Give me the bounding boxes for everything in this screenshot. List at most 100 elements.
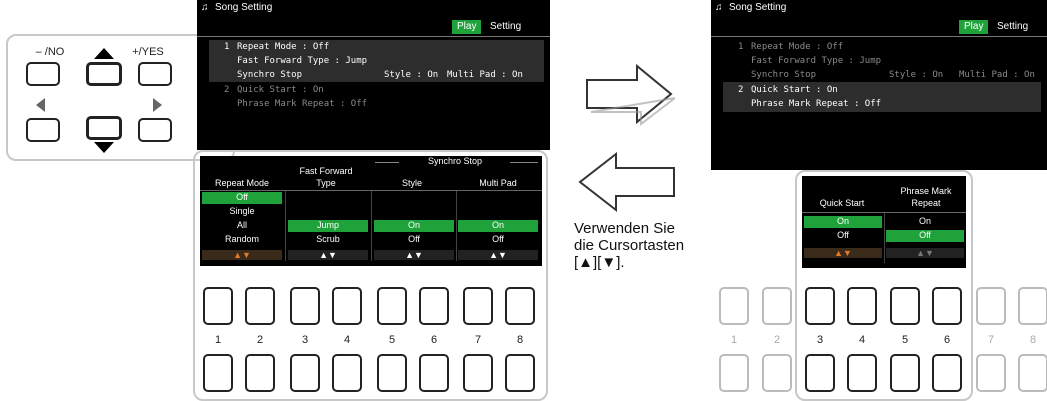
screen-title: Song Setting <box>215 2 273 13</box>
header-quick-start: Quick Start <box>819 198 865 208</box>
lower-button-7[interactable] <box>976 354 1006 392</box>
phrase-mark-row[interactable]: Phrase Mark Repeat : Off <box>237 99 367 109</box>
tab-play[interactable]: Play <box>959 20 989 34</box>
lower-button-3[interactable] <box>805 354 835 392</box>
upper-button-5[interactable] <box>890 287 920 325</box>
button-number-6: 6 <box>943 334 951 346</box>
fast-forward-row[interactable]: Fast Forward Type : Jump <box>237 56 367 66</box>
repeat-option-random[interactable]: Random <box>202 234 282 244</box>
button-number-4: 4 <box>343 334 351 346</box>
lower-button-1[interactable] <box>203 354 233 392</box>
synchro-multipad-value: Multi Pad : On <box>447 70 523 80</box>
upper-button-1[interactable] <box>719 287 749 325</box>
cursor-down-button[interactable] <box>86 116 122 140</box>
header-repeat-mode: Repeat Mode <box>214 178 270 188</box>
button-number-7: 7 <box>987 334 995 346</box>
column-separator <box>371 191 372 261</box>
button-number-4: 4 <box>858 334 866 346</box>
header-fast-forward: Fast Forward <box>299 166 353 176</box>
yes-button[interactable] <box>138 62 172 86</box>
lower-button-6[interactable] <box>932 354 962 392</box>
repeat-option-all[interactable]: All <box>202 220 282 230</box>
repeat-mode-row[interactable]: Repeat Mode : Off <box>751 42 843 52</box>
multipad-option-off[interactable]: Off <box>458 234 538 244</box>
style-option-off[interactable]: Off <box>374 234 454 244</box>
no-button-label: – /NO <box>35 46 65 58</box>
lower-button-2[interactable] <box>762 354 792 392</box>
lower-button-6[interactable] <box>419 354 449 392</box>
button-number-5: 5 <box>901 334 909 346</box>
lower-button-3[interactable] <box>290 354 320 392</box>
quick-start-row[interactable]: Quick Start : On <box>237 85 324 95</box>
music-note-icon: ♫ <box>201 2 209 13</box>
synchro-stop-divider <box>510 162 538 163</box>
header-divider <box>711 36 1047 37</box>
row-number: 1 <box>224 42 230 52</box>
quick-start-option-on[interactable]: On <box>804 216 882 228</box>
repeat-option-off[interactable]: Off <box>202 192 282 204</box>
upper-button-7[interactable] <box>463 287 493 325</box>
upper-button-8[interactable] <box>1018 287 1047 325</box>
style-option-on[interactable]: On <box>374 220 454 232</box>
synchro-stop-row[interactable]: Synchro Stop <box>751 70 816 80</box>
button-number-2: 2 <box>773 334 781 346</box>
phrase-mark-row[interactable]: Phrase Mark Repeat : Off <box>751 99 881 109</box>
quick-start-row[interactable]: Quick Start : On <box>751 85 838 95</box>
instruction-text: Verwenden Sie die Cursortasten [▲][▼]. <box>574 220 709 271</box>
cursor-left-button[interactable] <box>26 118 60 142</box>
lower-button-4[interactable] <box>847 354 877 392</box>
multipad-option-on[interactable]: On <box>458 220 538 232</box>
lower-button-8[interactable] <box>505 354 535 392</box>
up-down-arrows-icon: ▲▼ <box>886 248 964 258</box>
quick-start-option-off[interactable]: Off <box>804 230 882 240</box>
lower-button-4[interactable] <box>332 354 362 392</box>
upper-button-5[interactable] <box>377 287 407 325</box>
up-down-arrows-icon: ▲▼ <box>288 250 368 260</box>
column-separator <box>285 191 286 261</box>
tab-setting[interactable]: Setting <box>485 20 526 34</box>
phrase-option-off[interactable]: Off <box>886 230 964 242</box>
lower-button-1[interactable] <box>719 354 749 392</box>
lower-button-8[interactable] <box>1018 354 1047 392</box>
ff-option-scrub[interactable]: Scrub <box>288 234 368 244</box>
music-note-icon: ♫ <box>715 2 723 13</box>
tab-play[interactable]: Play <box>452 20 482 34</box>
instruction-line-3: [▲][▼]. <box>574 254 625 271</box>
upper-button-1[interactable] <box>203 287 233 325</box>
no-button[interactable] <box>26 62 60 86</box>
lower-button-7[interactable] <box>463 354 493 392</box>
upper-button-6[interactable] <box>932 287 962 325</box>
column-separator <box>884 213 885 263</box>
upper-button-7[interactable] <box>976 287 1006 325</box>
right-arrow-icon <box>586 63 675 126</box>
cursor-right-button[interactable] <box>138 118 172 142</box>
upper-button-6[interactable] <box>419 287 449 325</box>
left-display-screen: ♫ Song Setting Play Setting 1 Repeat Mod… <box>197 0 550 150</box>
row-number: 2 <box>224 85 230 95</box>
cursor-up-button[interactable] <box>86 62 122 86</box>
upper-button-4[interactable] <box>332 287 362 325</box>
instruction-line-2: die Cursortasten <box>574 237 685 254</box>
instruction-line-1: Verwenden Sie <box>574 220 675 237</box>
upper-button-2[interactable] <box>245 287 275 325</box>
tab-setting[interactable]: Setting <box>992 20 1033 34</box>
repeat-option-single[interactable]: Single <box>202 206 282 216</box>
lower-button-2[interactable] <box>245 354 275 392</box>
lower-button-5[interactable] <box>377 354 407 392</box>
upper-button-2[interactable] <box>762 287 792 325</box>
synchro-stop-row[interactable]: Synchro Stop <box>237 70 302 80</box>
left-menu-panel: Repeat Mode Fast Forward Type Synchro St… <box>200 156 542 266</box>
right-menu-panel: Quick Start Phrase Mark Repeat On Off On… <box>802 176 966 268</box>
upper-button-3[interactable] <box>290 287 320 325</box>
fast-forward-row[interactable]: Fast Forward Type : Jump <box>751 56 881 66</box>
ff-option-jump[interactable]: Jump <box>288 220 368 232</box>
yes-button-label: +/YES <box>132 46 164 58</box>
upper-button-3[interactable] <box>805 287 835 325</box>
upper-button-8[interactable] <box>505 287 535 325</box>
upper-button-4[interactable] <box>847 287 877 325</box>
row-number: 1 <box>738 42 744 52</box>
phrase-option-on[interactable]: On <box>886 216 964 226</box>
repeat-mode-row[interactable]: Repeat Mode : Off <box>237 42 329 52</box>
header-phrase-mark-repeat: Repeat <box>911 198 941 208</box>
lower-button-5[interactable] <box>890 354 920 392</box>
